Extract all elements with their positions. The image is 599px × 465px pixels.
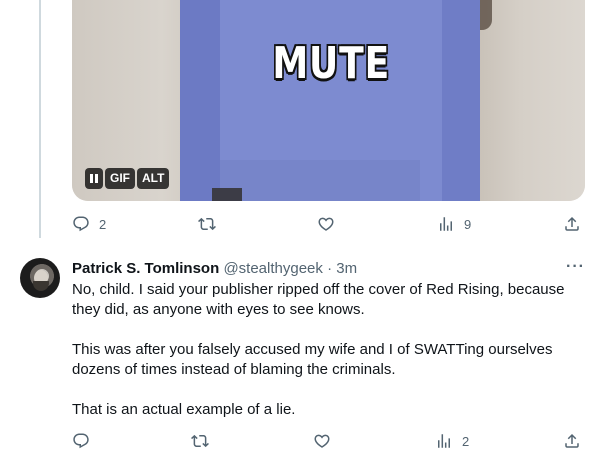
gif-waist	[212, 188, 242, 201]
gif-badge: GIF	[105, 168, 135, 189]
tweet-text: No, child. I said your publisher ripped …	[72, 280, 587, 440]
retweet-button[interactable]	[198, 212, 216, 236]
reply-button[interactable]: 2	[72, 212, 106, 236]
retweet-icon	[191, 434, 209, 448]
tweet-paragraph: No, child. I said your publisher ripped …	[72, 281, 565, 318]
gif-shirt-shade-right	[442, 0, 480, 201]
separator-dot: ·	[327, 260, 333, 277]
reply-tweet-action-bar: 2	[72, 429, 582, 453]
share-icon	[565, 433, 579, 448]
pause-button[interactable]	[85, 168, 103, 189]
share-button[interactable]	[563, 212, 581, 236]
retweet-icon	[198, 217, 216, 231]
gif-shirt-shade-left	[180, 0, 220, 201]
like-button[interactable]	[317, 212, 335, 236]
alt-text-button[interactable]: ALT	[137, 168, 170, 189]
tweet-header: Patrick S. Tomlinson @stealthygeek · 3m	[72, 259, 357, 279]
first-tweet-action-bar: 2 9	[72, 212, 582, 236]
tweet-paragraph: This was after you falsely accused my wi…	[72, 341, 553, 378]
avatar[interactable]	[20, 258, 60, 298]
media-badges: GIF ALT	[85, 168, 170, 189]
user-handle[interactable]: @stealthygeek	[223, 260, 322, 277]
views-count: 2	[462, 433, 470, 449]
gif-media[interactable]: MUTE GIF ALT	[72, 0, 585, 201]
reply-icon	[73, 216, 89, 232]
display-name[interactable]: Patrick S. Tomlinson	[72, 260, 219, 277]
views-icon	[440, 217, 452, 231]
gif-shirt-fold	[220, 160, 420, 201]
timestamp[interactable]: 3m	[336, 260, 357, 277]
retweet-button[interactable]	[191, 429, 209, 453]
thread-connector-line	[39, 0, 41, 238]
gif-caption: MUTE	[272, 38, 391, 89]
like-icon	[318, 217, 334, 231]
like-button[interactable]	[313, 429, 331, 453]
views-icon	[438, 434, 450, 448]
like-icon	[314, 434, 330, 448]
reply-icon	[73, 433, 89, 449]
share-icon	[565, 216, 579, 231]
views-button[interactable]: 2	[435, 429, 469, 453]
avatar-beard	[33, 281, 49, 291]
share-button[interactable]	[563, 429, 581, 453]
reply-count: 2	[99, 216, 107, 232]
tweet-paragraph: That is an actual example of a lie.	[72, 401, 296, 418]
views-button[interactable]: 9	[437, 212, 471, 236]
views-count: 9	[464, 216, 472, 232]
pause-icon-bar	[95, 174, 98, 183]
more-icon[interactable]: ···	[566, 258, 585, 276]
reply-button[interactable]	[72, 429, 90, 453]
pause-icon	[90, 174, 93, 183]
